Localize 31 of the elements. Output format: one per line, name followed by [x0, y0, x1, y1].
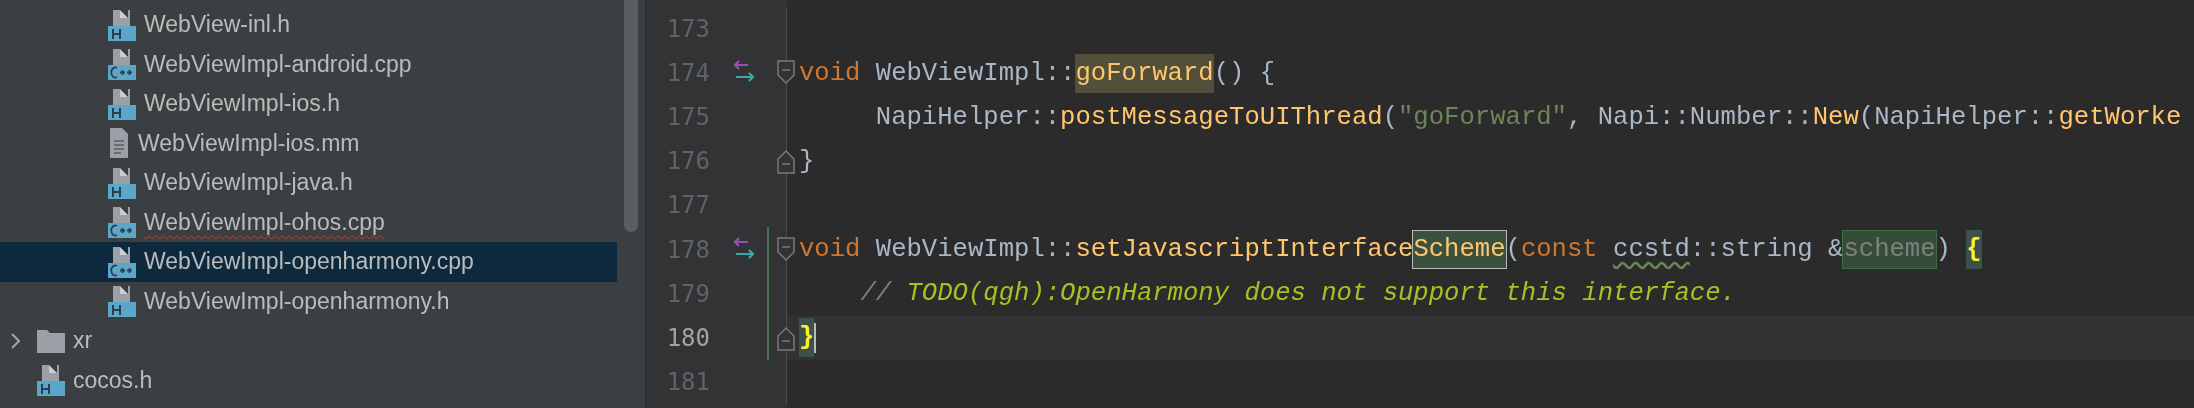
fold-end-icon[interactable]: [777, 324, 795, 351]
tree-item[interactable]: WebViewImpl-openharmony.cpp: [0, 242, 617, 282]
folder-icon: [37, 328, 65, 353]
tree-item[interactable]: WebViewImpl-ios.h: [0, 84, 617, 124]
code-line: NapiHelper::postMessageToUIThread("goForward", Napi::Number::New(NapiHelper::getWorke: [874, 101, 2183, 134]
header-file-icon: [108, 166, 136, 199]
cpp-file-icon: [108, 206, 136, 239]
tree-item[interactable]: WebViewImpl-java.h: [0, 163, 617, 203]
scroll-bar[interactable]: [624, 0, 638, 232]
tree-item[interactable]: WebViewImpl-openharmony.h: [0, 281, 617, 321]
header-file-icon: [108, 87, 136, 120]
text-cursor: [814, 322, 817, 353]
line-number: 180: [665, 323, 710, 352]
chevron-icon[interactable]: [10, 331, 22, 350]
code-line: }: [798, 145, 816, 178]
tree-item[interactable]: WebViewImpl-ohos.cpp: [0, 202, 617, 242]
tree-item[interactable]: WebViewImpl-ios.mm: [0, 123, 617, 163]
header-file-icon: [108, 8, 136, 41]
cpp-file-icon: [108, 48, 136, 81]
fold-icon[interactable]: [777, 60, 795, 87]
header-file-icon: [108, 285, 136, 318]
tree-item[interactable]: xr: [0, 321, 617, 361]
tree-item[interactable]: WebViewImpl-android.cpp: [0, 44, 617, 84]
fold-icon[interactable]: [777, 236, 795, 263]
text-file-icon: [108, 127, 130, 160]
header-file-icon: [37, 364, 65, 397]
cpp-file-icon: [108, 245, 136, 278]
fold-end-icon[interactable]: [777, 148, 795, 175]
code-line: // TODO(qgh):OpenHarmony does not support this interface.: [859, 278, 1737, 311]
tree-item[interactable]: cocos.h: [0, 360, 617, 400]
tree-item[interactable]: WebView-inl.h: [0, 5, 617, 45]
